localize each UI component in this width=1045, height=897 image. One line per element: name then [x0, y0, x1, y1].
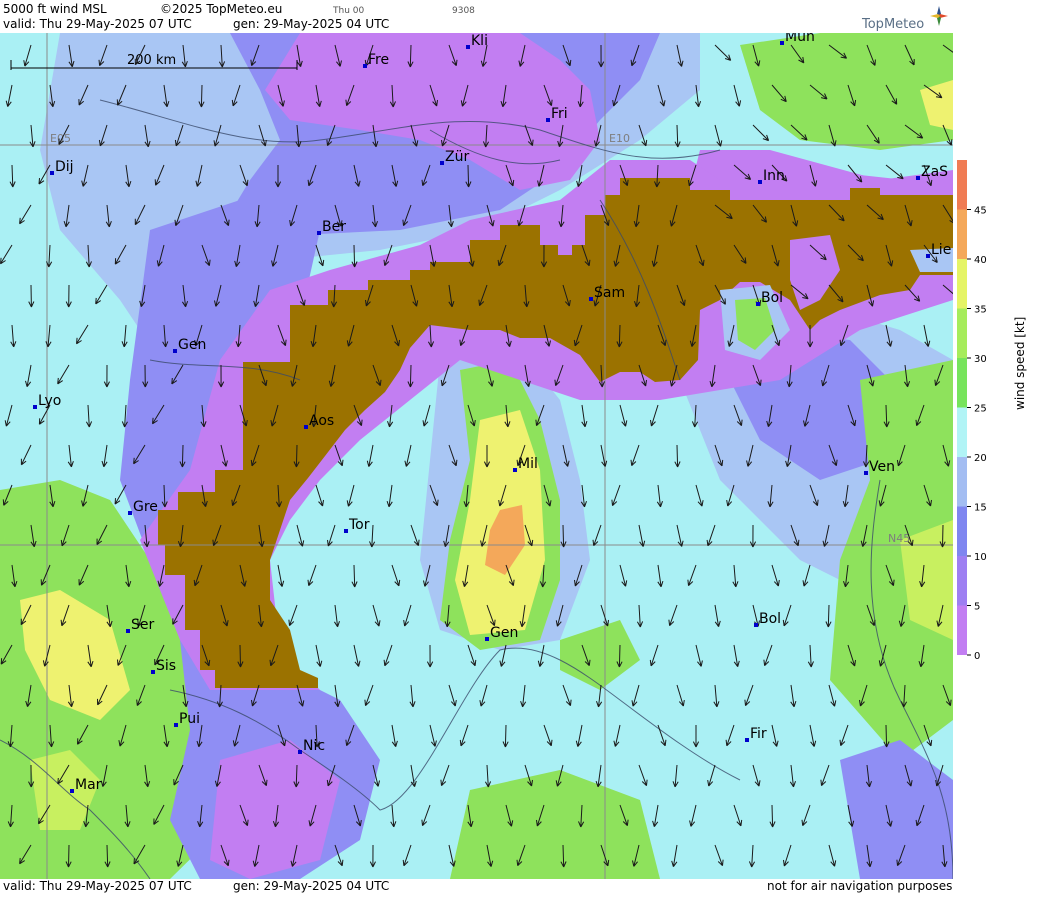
legend-swatch	[957, 259, 967, 309]
city-label: Kli	[471, 33, 488, 49]
valid-time: valid: Thu 29-May-2025 07 UTC	[3, 17, 192, 31]
wind-map-canvas[interactable]: E05 E10 N45 200 km Kli MünFreFriZürDijInn…	[0, 33, 953, 879]
city-label: ZaS	[921, 164, 948, 180]
legend-swatch	[957, 457, 967, 507]
city-marker	[50, 171, 54, 175]
city-label: Ser	[131, 617, 155, 633]
disclaimer: not for air navigation purposes	[767, 879, 953, 893]
legend-swatch	[957, 556, 967, 606]
city-marker	[926, 254, 930, 258]
city-marker	[126, 629, 130, 633]
city-label: Mar	[75, 777, 102, 793]
legend-swatch	[957, 407, 967, 457]
city-label: Fri	[551, 106, 568, 122]
city-marker	[304, 425, 308, 429]
grid-label-e10: E10	[609, 132, 630, 145]
legend-tick-label: 45	[974, 206, 987, 217]
city-label: Pui	[179, 711, 200, 727]
city-label: Nic	[303, 738, 325, 754]
wind-map[interactable]: E05 E10 N45 200 km Kli Mün Fre Fri Zür Dij Inn…	[0, 33, 953, 879]
brand-name[interactable]: TopMeteo	[862, 17, 924, 32]
legend-swatch	[957, 209, 967, 259]
city-marker	[916, 176, 920, 180]
city-marker	[344, 529, 348, 533]
city-marker	[780, 41, 784, 45]
city-marker	[745, 738, 749, 742]
city-label: Ven	[869, 459, 895, 475]
city-marker	[546, 118, 550, 122]
legend-tick-label: 15	[974, 503, 987, 514]
city-label: Dij	[55, 159, 74, 175]
city-marker	[173, 349, 177, 353]
city-marker	[513, 468, 517, 472]
city-label: Bol	[759, 611, 781, 627]
city-marker	[151, 670, 155, 674]
legend-tick-label: 30	[974, 354, 987, 365]
footer-valid-time: valid: Thu 29-May-2025 07 UTC	[3, 879, 192, 893]
city-marker	[128, 511, 132, 515]
copyright: ©2025 TopMeteo.eu	[160, 2, 283, 16]
city-marker	[298, 750, 302, 754]
legend-tick-label: 25	[974, 404, 987, 415]
small-day-label: Thu 00	[333, 6, 365, 16]
generated-time: gen: 29-May-2025 04 UTC	[233, 17, 390, 31]
legend-swatch	[957, 160, 967, 210]
city-label: Inn	[763, 168, 785, 184]
grid-label-n45: N45	[888, 532, 910, 545]
city-label: Lie	[931, 242, 951, 258]
city-label: Tor	[348, 517, 370, 533]
city-marker	[589, 297, 593, 301]
legend-swatch	[957, 358, 967, 408]
city-label: Sis	[156, 658, 176, 674]
city-marker	[864, 471, 868, 475]
header-bar: 5000 ft wind MSL ©2025 TopMeteo.eu Thu 0…	[0, 0, 953, 33]
legend-swatch	[957, 506, 967, 556]
city-label: Aos	[309, 413, 334, 429]
city-label: Ber	[322, 219, 346, 235]
city-marker	[466, 45, 470, 49]
legend-tick-label: 40	[974, 255, 987, 266]
city-marker	[758, 180, 762, 184]
city-label: Gre	[133, 499, 158, 515]
city-label: Mün	[785, 33, 815, 45]
color-legend: 0 5 10 15 20 25 30 35 40 45	[953, 0, 1045, 893]
compass-logo-icon	[930, 6, 948, 26]
city-label: Fir	[750, 726, 767, 742]
city-marker	[756, 302, 760, 306]
legend-tick-label: 10	[974, 552, 987, 563]
legend-title: wind speed [kt]	[1013, 316, 1027, 410]
city-marker	[754, 623, 758, 627]
legend-colorbar: 0 5 10 15 20 25 30 35 40 45	[957, 160, 987, 662]
legend-swatch	[957, 605, 967, 655]
product-title: 5000 ft wind MSL	[3, 2, 107, 16]
city-label: Zür	[445, 149, 469, 165]
city-label: Sam	[594, 285, 625, 301]
footer-bar: valid: Thu 29-May-2025 07 UTC gen: 29-Ma…	[0, 879, 953, 893]
scale-bar-label: 200 km	[127, 53, 176, 68]
legend-tick-label: 20	[974, 453, 987, 464]
city-marker	[174, 723, 178, 727]
city-marker	[317, 231, 321, 235]
city-marker	[363, 64, 367, 68]
city-label: Bol	[761, 290, 783, 306]
city-marker	[33, 405, 37, 409]
legend-tick-label: 35	[974, 305, 987, 316]
city-marker	[440, 161, 444, 165]
legend-tick-label: 5	[974, 602, 980, 613]
small-code-label: 9308	[452, 6, 475, 16]
city-label: Gen	[178, 337, 206, 353]
city-label: Lyo	[38, 393, 61, 409]
city-label: Fre	[368, 52, 389, 68]
city-label: Gen	[490, 625, 518, 641]
footer-generated-time: gen: 29-May-2025 04 UTC	[233, 879, 390, 893]
legend-tick-label: 0	[974, 651, 980, 662]
city-marker	[70, 789, 74, 793]
city-label: Mil	[518, 456, 538, 472]
legend-swatch	[957, 308, 967, 358]
city-marker	[485, 637, 489, 641]
